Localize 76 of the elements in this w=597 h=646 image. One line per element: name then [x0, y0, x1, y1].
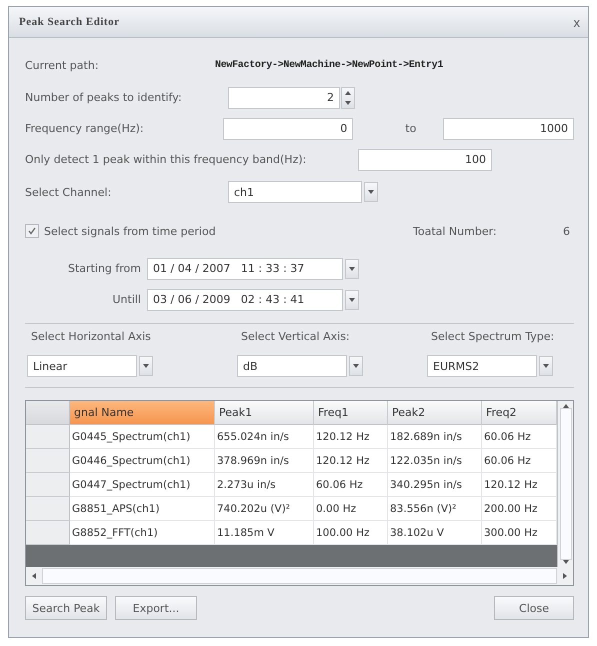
caret-down-icon [368, 190, 374, 194]
caret-down-icon [349, 298, 355, 302]
channel-select[interactable]: ch1 [228, 181, 362, 203]
peaks-label: Number of peaks to identify: [25, 91, 183, 104]
table-cell: G0447_Spectrum(ch1) [70, 473, 215, 497]
vertical-scrollbar[interactable] [557, 401, 573, 567]
start-date-field[interactable]: 01 / 04 / 2007 11 : 33 : 37 [147, 258, 343, 280]
dropdown-button[interactable] [539, 356, 553, 376]
column-header[interactable]: Peak2 [388, 401, 482, 425]
caret-down-icon [353, 364, 359, 368]
table-cell: 655.024n in/s [215, 425, 314, 449]
axis-select[interactable]: Linear [27, 355, 137, 377]
table-cell: 122.035n in/s [388, 449, 482, 473]
column-header[interactable]: Freq1 [314, 401, 388, 425]
table-cell: 83.556n (V)² [388, 497, 482, 521]
table-cell: G0446_Spectrum(ch1) [70, 449, 215, 473]
table-cell: 11.185m V [215, 521, 314, 545]
total-value: 6 [563, 224, 571, 238]
axis-label: Select Horizontal Axis [30, 330, 152, 343]
table-cell: 378.969n in/s [215, 449, 314, 473]
start-label: Starting from [67, 262, 142, 275]
peaks-field[interactable]: 2 [228, 86, 340, 108]
dropdown-button[interactable] [345, 290, 359, 310]
action-button[interactable]: Search Peak [25, 596, 107, 620]
time-period-label: Select signals from time period [44, 224, 216, 238]
until-label: Untill [111, 293, 142, 306]
axis-label: Select Spectrum Type: [430, 330, 556, 343]
range-from-field[interactable]: 0 [222, 118, 354, 140]
range-label: Frequency range(Hz): [25, 122, 145, 135]
table-cell: 740.202u (V)² [215, 497, 314, 521]
column-header[interactable]: Peak1 [215, 401, 314, 425]
dropdown-button[interactable] [139, 356, 153, 376]
channel-label: Select Channel: [25, 186, 112, 198]
checkbox[interactable] [25, 224, 39, 238]
table-cell: 0.00 Hz [314, 497, 388, 521]
action-button[interactable]: Export... [115, 596, 197, 620]
dropdown-button[interactable] [345, 258, 359, 278]
close-dialog-button[interactable]: Close [494, 596, 574, 620]
table-cell: 340.295n in/s [388, 473, 482, 497]
dropdown-button[interactable] [349, 356, 363, 376]
band-field[interactable]: 100 [358, 148, 492, 170]
until-date-field[interactable]: 03 / 06 / 2009 02 : 43 : 41 [147, 288, 343, 310]
band-label: Only detect 1 peak within this frequency band(Hz): [25, 153, 308, 166]
caret-right-icon [563, 573, 567, 579]
check-icon [28, 227, 36, 235]
axis-select[interactable]: dB [237, 355, 347, 377]
caret-up-icon [345, 90, 351, 94]
column-header[interactable]: Freq2 [482, 401, 557, 425]
caret-down-icon [345, 100, 351, 104]
table-cell: 120.12 Hz [314, 425, 388, 449]
caret-down-icon [543, 364, 549, 368]
table-cell: 100.00 Hz [314, 521, 388, 545]
window-title: Peak Search Editor [19, 16, 120, 28]
table-cell: 120.12 Hz [314, 449, 388, 473]
total-label: Toatal Number: [413, 224, 498, 238]
path-label: Current path: [25, 58, 100, 72]
range-to-label: to [404, 122, 418, 135]
caret-down-icon [349, 266, 355, 270]
table-cell: 2.273u in/s [215, 473, 314, 497]
axis-select[interactable]: EURMS2 [427, 355, 537, 377]
caret-down-icon [143, 364, 149, 368]
table-cell: G8852_FFT(ch1) [70, 521, 215, 545]
table-cell: 182.689n in/s [388, 425, 482, 449]
corner-header [26, 401, 70, 425]
table-cell: 60.06 Hz [314, 473, 388, 497]
axis-label: Select Vertical Axis: [240, 330, 351, 343]
dropdown-button[interactable] [364, 182, 378, 202]
column-header[interactable]: gnal Name [70, 401, 215, 425]
table-cell: G8851_APS(ch1) [70, 497, 215, 521]
table-cell: G0445_Spectrum(ch1) [70, 425, 215, 449]
caret-left-icon [32, 573, 36, 579]
path-value: NewFactory->NewMachine->NewPoint->Entry1 [215, 60, 444, 70]
table-cell: 38.102u V [388, 521, 482, 545]
range-to-field[interactable]: 1000 [443, 118, 574, 140]
spinner-button[interactable] [341, 86, 355, 108]
horizontal-scrollbar[interactable] [26, 567, 573, 585]
